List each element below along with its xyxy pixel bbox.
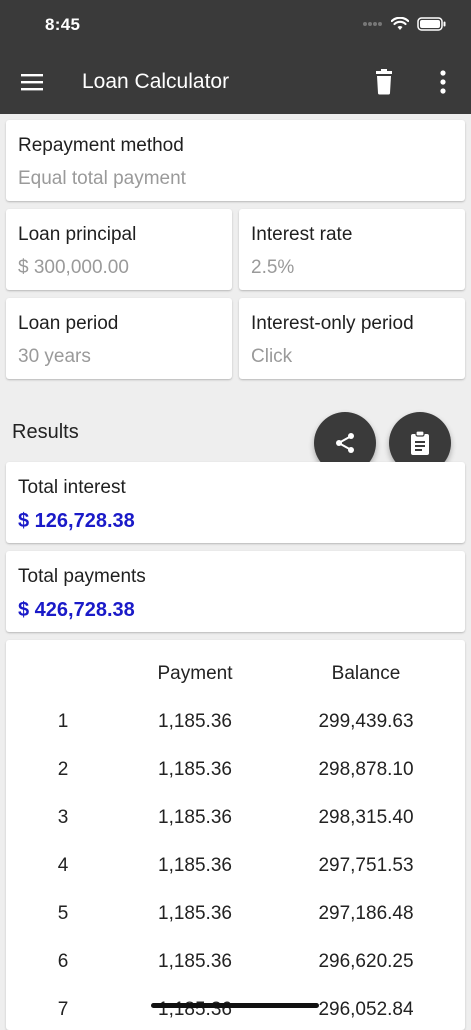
field-label: Loan period [18, 313, 119, 334]
total-payments-card: Total payments $ 426,728.38 [6, 551, 465, 632]
repayment-method-field[interactable]: Repayment method Equal total payment [6, 120, 465, 201]
balance-cell: 298,315.40 [318, 807, 414, 828]
field-label: Interest rate [251, 224, 353, 245]
signal-icon [363, 22, 382, 26]
loan-principal-field[interactable]: Loan principal $ 300,000.00 [6, 209, 232, 290]
period-cell: 5 [57, 903, 69, 924]
field-value: Click [251, 346, 293, 367]
total-interest-card: Total interest $ 126,728.38 [6, 462, 465, 543]
balance-cell: 297,186.48 [318, 903, 414, 924]
payment-cell: 1,185.36 [158, 807, 232, 828]
field-value: Equal total payment [18, 168, 186, 189]
payment-cell: 1,185.36 [158, 759, 232, 780]
field-value: 2.5% [251, 257, 295, 278]
field-label: Loan principal [18, 224, 137, 245]
status-time: 8:45 [45, 15, 81, 34]
field-value: 30 years [18, 346, 91, 367]
payment-cell: 1,185.36 [158, 951, 232, 972]
balance-cell: 296,620.25 [318, 951, 414, 972]
period-cell: 6 [57, 951, 69, 972]
home-indicator[interactable] [151, 1003, 319, 1008]
share-icon [336, 433, 354, 453]
field-value: $ 300,000.00 [18, 257, 129, 278]
period-cell: 3 [57, 807, 69, 828]
period-cell: 4 [57, 855, 69, 876]
delete-button[interactable] [372, 69, 396, 95]
field-label: Interest-only period [251, 313, 414, 334]
clipboard-icon [411, 430, 429, 455]
app-bar: Loan Calculator [0, 50, 471, 114]
interest-only-period-field[interactable]: Interest-only period Click [239, 298, 465, 379]
interest-rate-field[interactable]: Interest rate 2.5% [239, 209, 465, 290]
payment-cell: 1,185.36 [158, 855, 232, 876]
battery-icon [417, 17, 446, 31]
period-cell: 2 [57, 759, 69, 780]
total-payments-label: Total payments [18, 566, 146, 587]
trash-icon [376, 69, 392, 95]
loan-period-field[interactable]: Loan period 30 years [6, 298, 232, 379]
total-payments-value: $ 426,728.38 [18, 599, 135, 621]
more-vert-icon [440, 70, 446, 94]
balance-cell: 298,878.10 [318, 759, 414, 780]
payment-cell: 1,185.36 [158, 903, 232, 924]
total-interest-label: Total interest [18, 477, 126, 498]
status-bar: 8:45 [0, 0, 471, 50]
field-label: Repayment method [18, 135, 184, 156]
wifi-icon [391, 17, 409, 30]
period-cell: 1 [57, 711, 69, 732]
period-cell: 7 [57, 999, 69, 1020]
menu-icon [21, 74, 43, 91]
payment-header: Payment [157, 663, 233, 684]
app-title: Loan Calculator [82, 70, 230, 93]
more-options-button[interactable] [437, 69, 449, 95]
balance-cell: 297,751.53 [318, 855, 414, 876]
total-interest-value: $ 126,728.38 [18, 510, 135, 532]
results-heading: Results [12, 421, 79, 443]
balance-cell: 299,439.63 [318, 711, 414, 732]
schedule-table: Payment Balance 1 1,185.36 299,439.63 2 … [6, 640, 465, 1030]
payment-cell: 1,185.36 [158, 711, 232, 732]
balance-header: Balance [331, 663, 401, 684]
menu-button[interactable] [20, 70, 44, 94]
status-icons [363, 17, 447, 31]
